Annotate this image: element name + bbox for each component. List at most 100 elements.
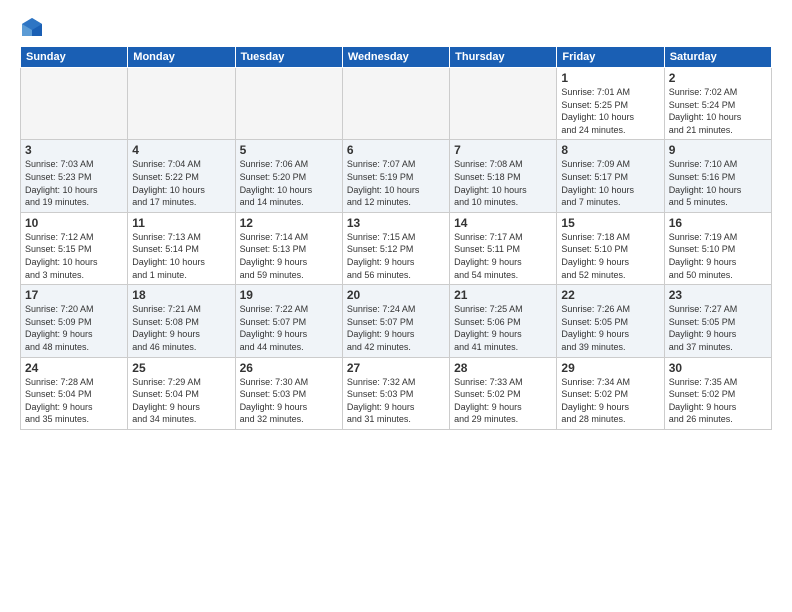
header bbox=[20, 16, 772, 38]
day-info: Sunrise: 7:25 AM Sunset: 5:06 PM Dayligh… bbox=[454, 303, 552, 353]
day-cell: 12Sunrise: 7:14 AM Sunset: 5:13 PM Dayli… bbox=[235, 212, 342, 284]
day-info: Sunrise: 7:12 AM Sunset: 5:15 PM Dayligh… bbox=[25, 231, 123, 281]
day-info: Sunrise: 7:35 AM Sunset: 5:02 PM Dayligh… bbox=[669, 376, 767, 426]
day-info: Sunrise: 7:02 AM Sunset: 5:24 PM Dayligh… bbox=[669, 86, 767, 136]
day-info: Sunrise: 7:26 AM Sunset: 5:05 PM Dayligh… bbox=[561, 303, 659, 353]
day-info: Sunrise: 7:18 AM Sunset: 5:10 PM Dayligh… bbox=[561, 231, 659, 281]
day-number: 11 bbox=[132, 216, 230, 230]
day-info: Sunrise: 7:17 AM Sunset: 5:11 PM Dayligh… bbox=[454, 231, 552, 281]
day-number: 8 bbox=[561, 143, 659, 157]
day-cell: 25Sunrise: 7:29 AM Sunset: 5:04 PM Dayli… bbox=[128, 357, 235, 429]
day-cell: 15Sunrise: 7:18 AM Sunset: 5:10 PM Dayli… bbox=[557, 212, 664, 284]
weekday-header-wednesday: Wednesday bbox=[342, 47, 449, 68]
day-info: Sunrise: 7:09 AM Sunset: 5:17 PM Dayligh… bbox=[561, 158, 659, 208]
day-number: 10 bbox=[25, 216, 123, 230]
day-cell: 14Sunrise: 7:17 AM Sunset: 5:11 PM Dayli… bbox=[450, 212, 557, 284]
week-row-1: 3Sunrise: 7:03 AM Sunset: 5:23 PM Daylig… bbox=[21, 140, 772, 212]
day-number: 21 bbox=[454, 288, 552, 302]
day-cell bbox=[342, 68, 449, 140]
day-cell: 26Sunrise: 7:30 AM Sunset: 5:03 PM Dayli… bbox=[235, 357, 342, 429]
day-cell: 1Sunrise: 7:01 AM Sunset: 5:25 PM Daylig… bbox=[557, 68, 664, 140]
day-number: 22 bbox=[561, 288, 659, 302]
weekday-header-saturday: Saturday bbox=[664, 47, 771, 68]
day-cell: 7Sunrise: 7:08 AM Sunset: 5:18 PM Daylig… bbox=[450, 140, 557, 212]
weekday-header-thursday: Thursday bbox=[450, 47, 557, 68]
day-number: 26 bbox=[240, 361, 338, 375]
day-number: 24 bbox=[25, 361, 123, 375]
day-cell: 11Sunrise: 7:13 AM Sunset: 5:14 PM Dayli… bbox=[128, 212, 235, 284]
day-info: Sunrise: 7:20 AM Sunset: 5:09 PM Dayligh… bbox=[25, 303, 123, 353]
day-info: Sunrise: 7:22 AM Sunset: 5:07 PM Dayligh… bbox=[240, 303, 338, 353]
day-number: 28 bbox=[454, 361, 552, 375]
day-cell: 24Sunrise: 7:28 AM Sunset: 5:04 PM Dayli… bbox=[21, 357, 128, 429]
day-info: Sunrise: 7:34 AM Sunset: 5:02 PM Dayligh… bbox=[561, 376, 659, 426]
weekday-row: SundayMondayTuesdayWednesdayThursdayFrid… bbox=[21, 47, 772, 68]
day-info: Sunrise: 7:07 AM Sunset: 5:19 PM Dayligh… bbox=[347, 158, 445, 208]
day-number: 23 bbox=[669, 288, 767, 302]
day-info: Sunrise: 7:01 AM Sunset: 5:25 PM Dayligh… bbox=[561, 86, 659, 136]
day-info: Sunrise: 7:21 AM Sunset: 5:08 PM Dayligh… bbox=[132, 303, 230, 353]
day-number: 25 bbox=[132, 361, 230, 375]
day-cell: 21Sunrise: 7:25 AM Sunset: 5:06 PM Dayli… bbox=[450, 285, 557, 357]
day-info: Sunrise: 7:15 AM Sunset: 5:12 PM Dayligh… bbox=[347, 231, 445, 281]
day-info: Sunrise: 7:04 AM Sunset: 5:22 PM Dayligh… bbox=[132, 158, 230, 208]
weekday-header-monday: Monday bbox=[128, 47, 235, 68]
day-info: Sunrise: 7:24 AM Sunset: 5:07 PM Dayligh… bbox=[347, 303, 445, 353]
day-info: Sunrise: 7:33 AM Sunset: 5:02 PM Dayligh… bbox=[454, 376, 552, 426]
day-number: 19 bbox=[240, 288, 338, 302]
day-info: Sunrise: 7:10 AM Sunset: 5:16 PM Dayligh… bbox=[669, 158, 767, 208]
day-info: Sunrise: 7:19 AM Sunset: 5:10 PM Dayligh… bbox=[669, 231, 767, 281]
day-number: 4 bbox=[132, 143, 230, 157]
day-info: Sunrise: 7:29 AM Sunset: 5:04 PM Dayligh… bbox=[132, 376, 230, 426]
day-number: 15 bbox=[561, 216, 659, 230]
day-cell: 28Sunrise: 7:33 AM Sunset: 5:02 PM Dayli… bbox=[450, 357, 557, 429]
day-number: 12 bbox=[240, 216, 338, 230]
day-info: Sunrise: 7:28 AM Sunset: 5:04 PM Dayligh… bbox=[25, 376, 123, 426]
day-info: Sunrise: 7:30 AM Sunset: 5:03 PM Dayligh… bbox=[240, 376, 338, 426]
day-cell: 4Sunrise: 7:04 AM Sunset: 5:22 PM Daylig… bbox=[128, 140, 235, 212]
calendar-body: 1Sunrise: 7:01 AM Sunset: 5:25 PM Daylig… bbox=[21, 68, 772, 430]
day-info: Sunrise: 7:13 AM Sunset: 5:14 PM Dayligh… bbox=[132, 231, 230, 281]
day-cell: 9Sunrise: 7:10 AM Sunset: 5:16 PM Daylig… bbox=[664, 140, 771, 212]
day-cell: 19Sunrise: 7:22 AM Sunset: 5:07 PM Dayli… bbox=[235, 285, 342, 357]
day-info: Sunrise: 7:14 AM Sunset: 5:13 PM Dayligh… bbox=[240, 231, 338, 281]
day-info: Sunrise: 7:08 AM Sunset: 5:18 PM Dayligh… bbox=[454, 158, 552, 208]
day-cell bbox=[21, 68, 128, 140]
day-number: 14 bbox=[454, 216, 552, 230]
day-number: 9 bbox=[669, 143, 767, 157]
day-number: 29 bbox=[561, 361, 659, 375]
day-cell: 3Sunrise: 7:03 AM Sunset: 5:23 PM Daylig… bbox=[21, 140, 128, 212]
day-cell: 30Sunrise: 7:35 AM Sunset: 5:02 PM Dayli… bbox=[664, 357, 771, 429]
day-cell: 8Sunrise: 7:09 AM Sunset: 5:17 PM Daylig… bbox=[557, 140, 664, 212]
day-cell: 27Sunrise: 7:32 AM Sunset: 5:03 PM Dayli… bbox=[342, 357, 449, 429]
day-number: 7 bbox=[454, 143, 552, 157]
day-info: Sunrise: 7:03 AM Sunset: 5:23 PM Dayligh… bbox=[25, 158, 123, 208]
day-cell: 6Sunrise: 7:07 AM Sunset: 5:19 PM Daylig… bbox=[342, 140, 449, 212]
day-number: 27 bbox=[347, 361, 445, 375]
logo-icon bbox=[20, 16, 42, 38]
day-cell bbox=[450, 68, 557, 140]
day-number: 5 bbox=[240, 143, 338, 157]
day-number: 13 bbox=[347, 216, 445, 230]
day-cell: 2Sunrise: 7:02 AM Sunset: 5:24 PM Daylig… bbox=[664, 68, 771, 140]
day-cell: 23Sunrise: 7:27 AM Sunset: 5:05 PM Dayli… bbox=[664, 285, 771, 357]
day-cell: 29Sunrise: 7:34 AM Sunset: 5:02 PM Dayli… bbox=[557, 357, 664, 429]
day-number: 1 bbox=[561, 71, 659, 85]
calendar-table: SundayMondayTuesdayWednesdayThursdayFrid… bbox=[20, 46, 772, 430]
day-cell bbox=[128, 68, 235, 140]
day-number: 18 bbox=[132, 288, 230, 302]
week-row-2: 10Sunrise: 7:12 AM Sunset: 5:15 PM Dayli… bbox=[21, 212, 772, 284]
day-number: 2 bbox=[669, 71, 767, 85]
day-number: 30 bbox=[669, 361, 767, 375]
day-cell: 13Sunrise: 7:15 AM Sunset: 5:12 PM Dayli… bbox=[342, 212, 449, 284]
week-row-0: 1Sunrise: 7:01 AM Sunset: 5:25 PM Daylig… bbox=[21, 68, 772, 140]
week-row-4: 24Sunrise: 7:28 AM Sunset: 5:04 PM Dayli… bbox=[21, 357, 772, 429]
week-row-3: 17Sunrise: 7:20 AM Sunset: 5:09 PM Dayli… bbox=[21, 285, 772, 357]
day-number: 6 bbox=[347, 143, 445, 157]
weekday-header-friday: Friday bbox=[557, 47, 664, 68]
page: SundayMondayTuesdayWednesdayThursdayFrid… bbox=[0, 0, 792, 612]
day-info: Sunrise: 7:32 AM Sunset: 5:03 PM Dayligh… bbox=[347, 376, 445, 426]
day-cell: 17Sunrise: 7:20 AM Sunset: 5:09 PM Dayli… bbox=[21, 285, 128, 357]
day-cell: 22Sunrise: 7:26 AM Sunset: 5:05 PM Dayli… bbox=[557, 285, 664, 357]
day-info: Sunrise: 7:06 AM Sunset: 5:20 PM Dayligh… bbox=[240, 158, 338, 208]
